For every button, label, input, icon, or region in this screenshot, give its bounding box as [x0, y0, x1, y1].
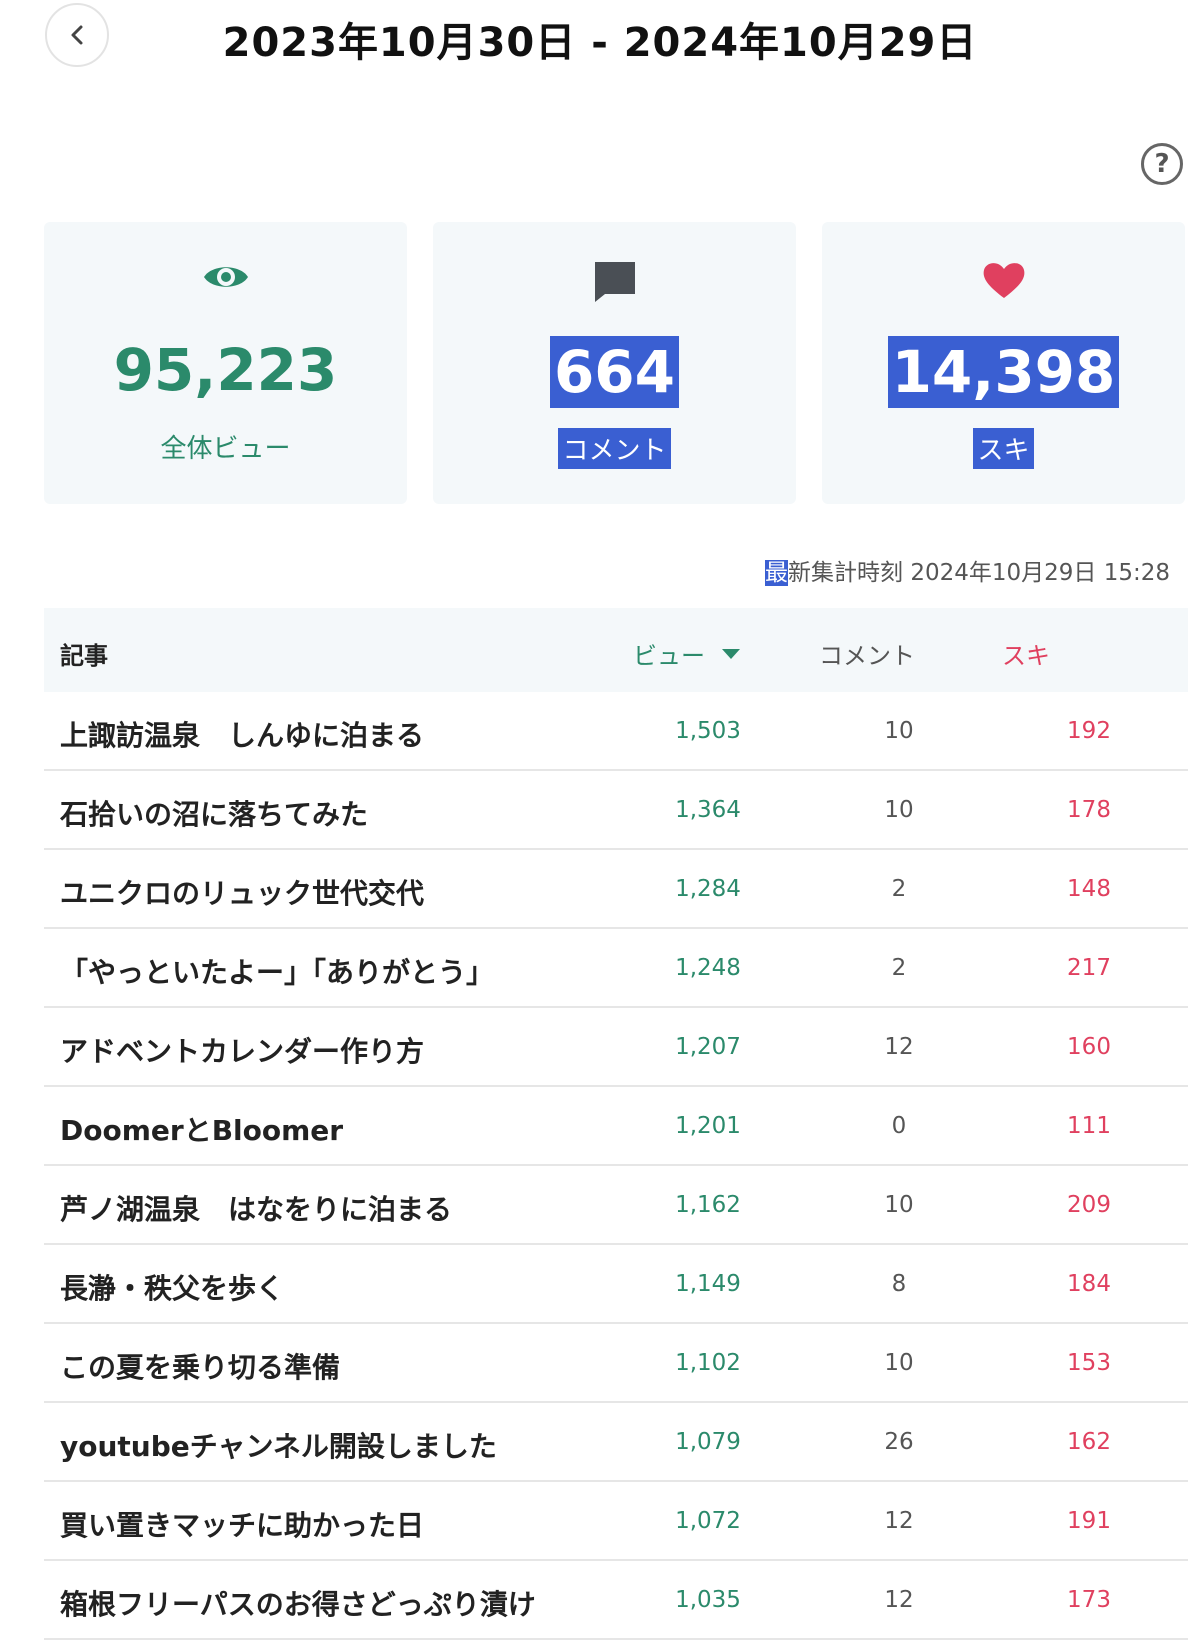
views-label: 全体ビュー: [160, 434, 291, 464]
table-row[interactable]: この夏を乗り切る準備 1,102 10 153: [44, 1324, 1188, 1403]
article-views: 1,149: [675, 1271, 741, 1297]
table-row[interactable]: 石拾いの沼に落ちてみた 1,364 10 178: [44, 771, 1188, 850]
articles-table: 記事 ビュー コメント スキ 上諏訪温泉 しんゆに泊まる 1,503 10 192 石拾…: [44, 608, 1188, 1640]
article-views: 1,503: [675, 718, 741, 744]
table-body: 上諏訪温泉 しんゆに泊まる 1,503 10 192 石拾いの沼に落ちてみた 1,364 1…: [44, 692, 1188, 1640]
table-row[interactable]: 芦ノ湖温泉 はなをりに泊まる 1,162 10 209: [44, 1166, 1188, 1245]
article-likes: 184: [1067, 1271, 1111, 1297]
header-comments[interactable]: コメント: [819, 636, 915, 671]
article-comments: 8: [891, 1271, 907, 1297]
article-title[interactable]: 石拾いの沼に落ちてみた: [60, 793, 368, 833]
table-row[interactable]: 「やっといたよー」「ありがとう」 1,248 2 217: [44, 929, 1188, 1008]
article-views: 1,035: [675, 1587, 741, 1613]
article-title[interactable]: 買い置きマッチに助かった日: [60, 1504, 424, 1544]
views-card: 95,223 全体ビュー: [44, 222, 407, 504]
header-views: ビュー: [633, 642, 705, 670]
article-comments: 2: [891, 955, 907, 981]
article-comments: 12: [884, 1587, 914, 1613]
article-comments: 10: [884, 718, 914, 744]
table-row[interactable]: アドベントカレンダー作り方 1,207 12 160: [44, 1008, 1188, 1087]
article-title[interactable]: 長瀞・秩父を歩く: [60, 1267, 284, 1307]
comments-card: 664 コメント: [433, 222, 796, 504]
article-title[interactable]: この夏を乗り切る準備: [60, 1346, 340, 1386]
article-likes: 209: [1067, 1192, 1111, 1218]
article-views: 1,162: [675, 1192, 741, 1218]
article-title[interactable]: DoomerとBloomer: [60, 1109, 343, 1149]
article-title[interactable]: 「やっといたよー」「ありがとう」: [60, 951, 494, 991]
sort-down-icon: [722, 648, 740, 659]
eye-icon: [203, 267, 248, 287]
article-title[interactable]: 芦ノ湖温泉 はなをりに泊まる: [60, 1188, 452, 1228]
article-title[interactable]: youtubeチャンネル開設しました: [60, 1425, 497, 1465]
article-views: 1,364: [675, 797, 741, 823]
views-total: 95,223: [113, 336, 338, 404]
article-likes: 217: [1067, 955, 1111, 981]
article-views: 1,102: [675, 1350, 741, 1376]
article-likes: 178: [1067, 797, 1111, 823]
article-likes: 191: [1067, 1508, 1111, 1534]
article-title[interactable]: ユニクロのリュック世代交代: [60, 872, 424, 912]
article-views: 1,079: [675, 1429, 741, 1455]
article-views: 1,072: [675, 1508, 741, 1534]
article-comments: 0: [891, 1113, 907, 1139]
article-comments: 12: [884, 1508, 914, 1534]
article-likes: 173: [1067, 1587, 1111, 1613]
article-comments: 10: [884, 1350, 914, 1376]
likes-card: 14,398 スキ: [822, 222, 1185, 504]
table-row[interactable]: youtubeチャンネル開設しました 1,079 26 162: [44, 1403, 1188, 1482]
table-row[interactable]: 長瀞・秩父を歩く 1,149 8 184: [44, 1245, 1188, 1324]
article-title[interactable]: 箱根フリーパスのお得さどっぷり漬け: [60, 1583, 536, 1623]
article-title[interactable]: アドベントカレンダー作り方: [60, 1030, 424, 1070]
last-updated-first-char: 最: [765, 560, 789, 586]
table-row[interactable]: DoomerとBloomer 1,201 0 111: [44, 1087, 1188, 1166]
article-views: 1,207: [675, 1034, 741, 1060]
table-row[interactable]: 箱根フリーパスのお得さどっぷり漬け 1,035 12 173: [44, 1561, 1188, 1640]
article-likes: 153: [1067, 1350, 1111, 1376]
article-title[interactable]: 上諏訪温泉 しんゆに泊まる: [60, 714, 424, 754]
comment-icon: [594, 262, 635, 302]
article-likes: 160: [1067, 1034, 1111, 1060]
article-likes: 111: [1067, 1113, 1111, 1139]
article-likes: 148: [1067, 876, 1111, 902]
article-views: 1,248: [675, 955, 741, 981]
likes-total: 14,398: [887, 336, 1120, 408]
article-views: 1,284: [675, 876, 741, 902]
article-views: 1,201: [675, 1113, 741, 1139]
table-row[interactable]: 上諏訪温泉 しんゆに泊まる 1,503 10 192: [44, 692, 1188, 771]
help-button[interactable]: ?: [1141, 143, 1183, 185]
article-comments: 10: [884, 1192, 914, 1218]
date-range-title: 2023年10月30日 - 2024年10月29日: [222, 20, 978, 66]
header-article: 記事: [60, 642, 108, 670]
stats-cards: 95,223 全体ビュー 664 コメント 14,398 スキ: [44, 222, 1188, 504]
likes-label: スキ: [973, 428, 1034, 469]
last-updated: 最新集計時刻 2024年10月29日 15:28: [765, 553, 1170, 587]
article-comments: 10: [884, 797, 914, 823]
article-comments: 12: [884, 1034, 914, 1060]
comments-label: コメント: [558, 428, 671, 469]
last-updated-text: 新集計時刻 2024年10月29日 15:28: [788, 560, 1170, 586]
help-icon: ?: [1154, 149, 1170, 179]
article-likes: 162: [1067, 1429, 1111, 1455]
table-header: 記事 ビュー コメント スキ: [44, 608, 1188, 692]
article-comments: 26: [884, 1429, 914, 1455]
table-row[interactable]: 買い置きマッチに助かった日 1,072 12 191: [44, 1482, 1188, 1561]
comments-total: 664: [549, 336, 680, 408]
header-views-sort[interactable]: ビュー: [633, 636, 741, 671]
table-row[interactable]: ユニクロのリュック世代交代 1,284 2 148: [44, 850, 1188, 929]
article-likes: 192: [1067, 718, 1111, 744]
article-comments: 2: [891, 876, 907, 902]
header-likes[interactable]: スキ: [1002, 636, 1050, 671]
heart-icon: [983, 263, 1024, 298]
